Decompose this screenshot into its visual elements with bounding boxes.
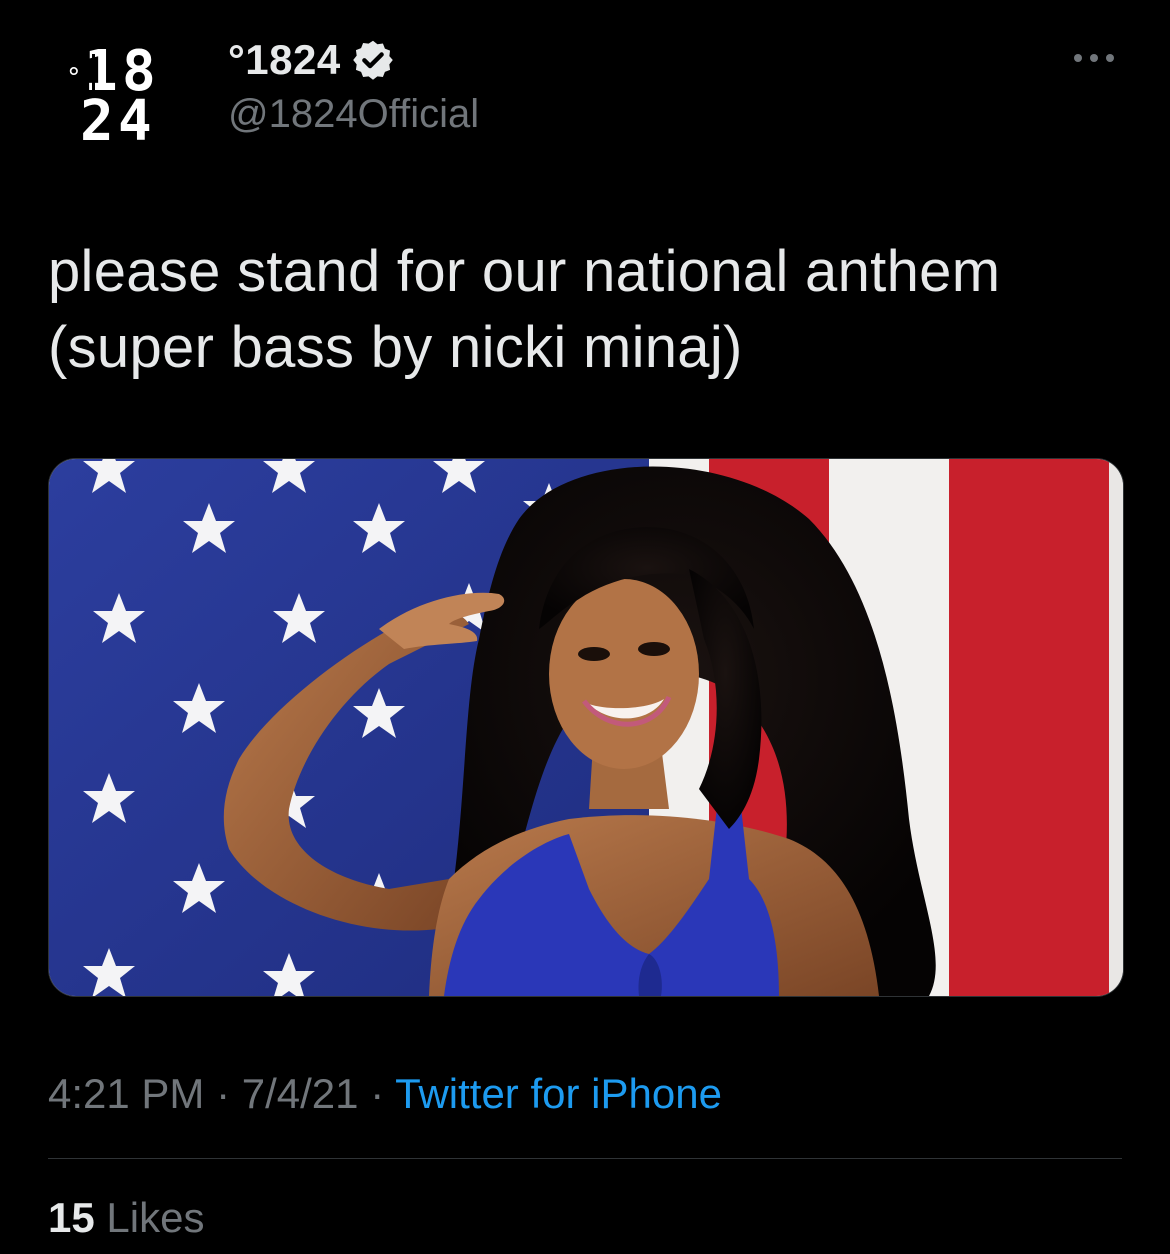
- divider: [48, 1158, 1122, 1159]
- likes-label: Likes: [106, 1194, 205, 1241]
- likes-count: 15: [48, 1194, 95, 1241]
- verified-badge-icon: [352, 40, 393, 80]
- author-display-name[interactable]: °1824: [228, 36, 341, 84]
- photo-illustration: [49, 459, 1123, 996]
- tweet-text-line-2: (super bass by nicki minaj): [48, 315, 743, 380]
- svg-text:2: 2: [80, 89, 114, 148]
- likes-stat[interactable]: 15 Likes: [48, 1194, 204, 1242]
- tweet-text-line-1: please stand for our national anthem: [48, 239, 1001, 304]
- more-options-icon[interactable]: [1070, 46, 1118, 70]
- tweet-source-link[interactable]: Twitter for iPhone: [395, 1070, 722, 1117]
- svg-text:4: 4: [118, 89, 152, 148]
- tweet-photo[interactable]: [48, 458, 1124, 997]
- meta-separator: ·: [358, 1070, 396, 1117]
- tweet-text: please stand for our national anthem (su…: [48, 234, 1122, 386]
- tweet-date[interactable]: 7/4/21: [242, 1070, 359, 1117]
- tweet-meta: 4:21 PM · 7/4/21 · Twitter for iPhone: [48, 1070, 722, 1118]
- meta-separator: ·: [204, 1070, 242, 1117]
- avatar[interactable]: ° 1 8 2 4: [62, 36, 174, 148]
- tweet-header: ° 1 8 2 4 °1824 @1824Official: [48, 28, 1122, 158]
- author-handle[interactable]: @1824Official: [228, 92, 479, 137]
- tweet-time[interactable]: 4:21 PM: [48, 1070, 204, 1117]
- author-name-row[interactable]: °1824: [228, 36, 395, 84]
